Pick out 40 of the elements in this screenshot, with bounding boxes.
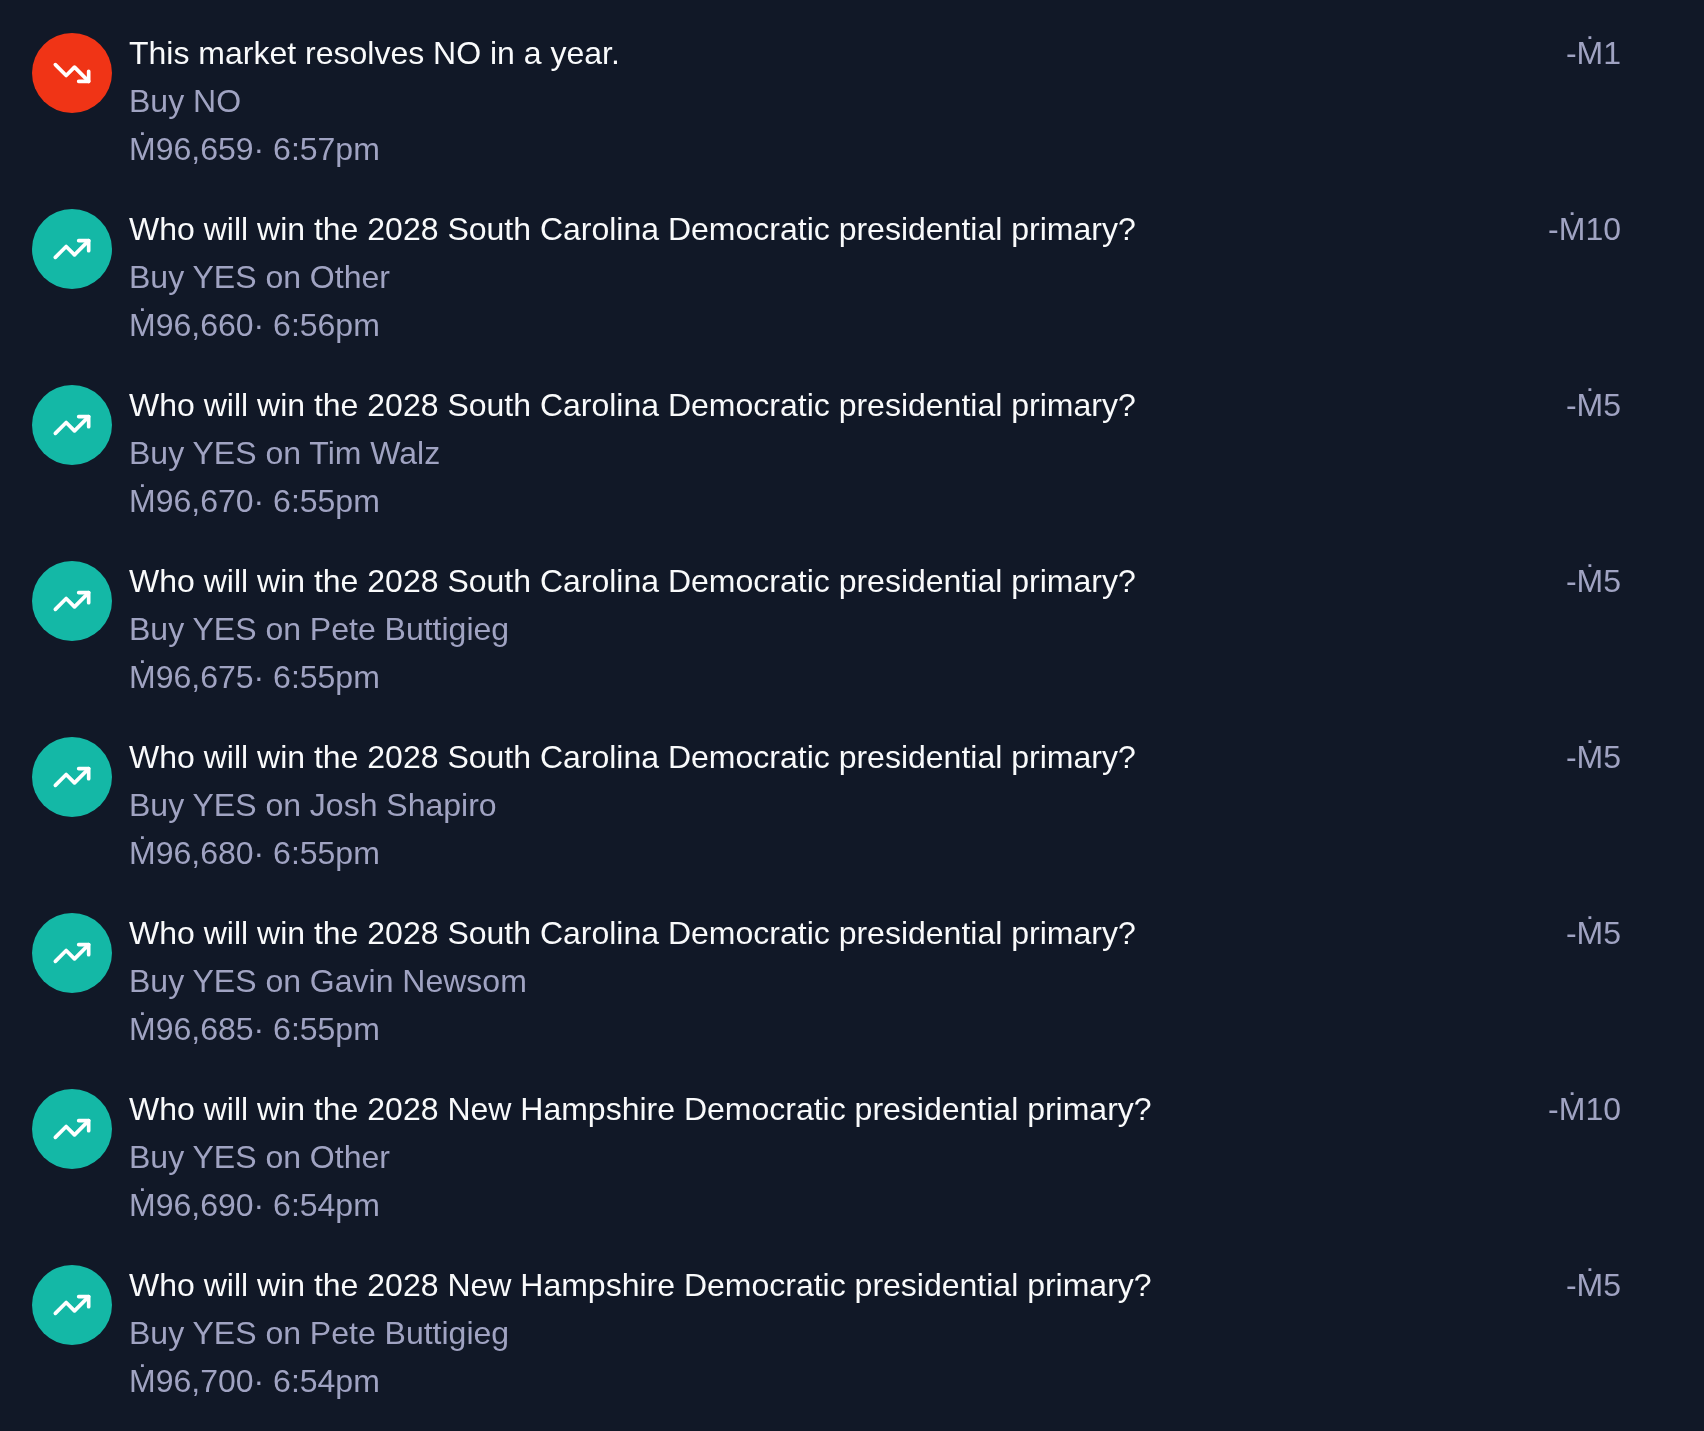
amount-change: -Ṁ5 — [1565, 914, 1621, 953]
amount-change: -Ṁ10 — [1548, 1090, 1621, 1129]
amount-change: -Ṁ5 — [1565, 386, 1621, 425]
trending-up-icon — [32, 1265, 112, 1345]
balance-and-time: Ṁ96,670· 6:55pm — [129, 482, 381, 521]
market-title: Who will win the 2028 South Carolina Democratic presidential primary? — [129, 210, 1137, 249]
amount-change: -Ṁ1 — [1565, 34, 1621, 73]
market-title: Who will win the 2028 South Carolina Democratic presidential primary? — [129, 738, 1137, 777]
trending-down-icon — [32, 33, 112, 113]
trade-description: Buy NO — [129, 82, 243, 121]
trending-up-icon — [32, 737, 112, 817]
trade-description: Buy YES on Tim Walz — [129, 434, 442, 473]
amount-change: -Ṁ5 — [1565, 1266, 1621, 1305]
trade-description: Buy YES on Other — [129, 1138, 391, 1177]
trending-up-icon — [32, 1089, 112, 1169]
trending-up-icon — [32, 913, 112, 993]
trade-description: Buy YES on Gavin Newsom — [129, 962, 528, 1001]
trending-up-icon — [32, 209, 112, 289]
trade-description: Buy YES on Pete Buttigieg — [129, 1314, 511, 1353]
amount-change: -Ṁ5 — [1565, 738, 1621, 777]
balance-and-time: Ṁ96,675· 6:55pm — [129, 658, 381, 697]
balance-and-time: Ṁ96,660· 6:56pm — [129, 306, 381, 345]
balance-and-time: Ṁ96,659· 6:57pm — [129, 130, 381, 169]
trade-description: Buy YES on Other — [129, 258, 391, 297]
balance-and-time: Ṁ96,690· 6:54pm — [129, 1186, 381, 1225]
trade-description: Buy YES on Pete Buttigieg — [129, 610, 511, 649]
market-title: Who will win the 2028 South Carolina Democratic presidential primary? — [129, 562, 1137, 601]
balance-and-time: Ṁ96,685· 6:55pm — [129, 1010, 381, 1049]
market-title: Who will win the 2028 South Carolina Democratic presidential primary? — [129, 386, 1137, 425]
balance-and-time: Ṁ96,700· 6:54pm — [129, 1362, 381, 1401]
amount-change: -Ṁ10 — [1548, 210, 1621, 249]
trending-up-icon — [32, 561, 112, 641]
market-title: Who will win the 2028 New Hampshire Democratic presidential primary? — [129, 1266, 1153, 1305]
market-title: Who will win the 2028 South Carolina Democratic presidential primary? — [129, 914, 1137, 953]
balance-and-time: Ṁ96,680· 6:55pm — [129, 834, 381, 873]
market-title: Who will win the 2028 New Hampshire Democratic presidential primary? — [129, 1090, 1153, 1129]
amount-change: -Ṁ5 — [1565, 562, 1621, 601]
trending-up-icon — [32, 385, 112, 465]
market-title: This market resolves NO in a year. — [129, 34, 621, 73]
trade-description: Buy YES on Josh Shapiro — [129, 786, 498, 825]
